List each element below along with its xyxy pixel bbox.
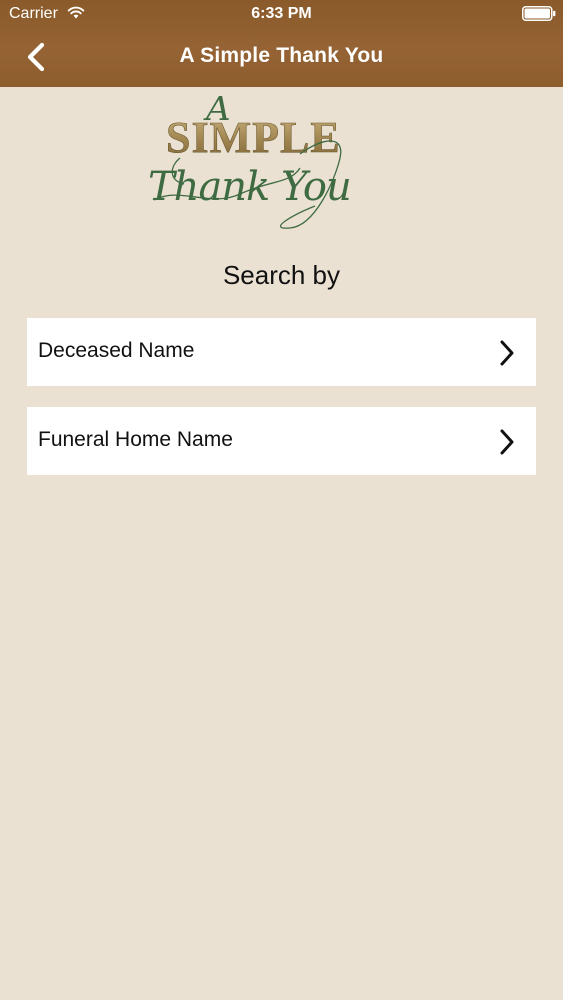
nav-title: A Simple Thank You (179, 44, 384, 67)
top-bar: Carrier 6:33 PM A Simple Thank You (0, 0, 563, 87)
search-option-deceased-name[interactable]: Deceased Name (27, 318, 536, 386)
battery-icon (522, 6, 556, 21)
search-by-heading: Search by (222, 260, 341, 290)
status-bar: Carrier 6:33 PM (0, 0, 563, 30)
chevron-right-icon (500, 429, 514, 455)
app-logo: A SIMPLE Thank You (148, 96, 352, 229)
search-option-label: Funeral Home Name (38, 428, 233, 451)
status-time: 6:33 PM (251, 5, 312, 22)
search-option-label: Deceased Name (38, 339, 195, 362)
logo-simple: SIMPLE (166, 113, 341, 162)
search-option-funeral-home-name[interactable]: Funeral Home Name (27, 407, 536, 475)
navigation-bar: A Simple Thank You (0, 30, 563, 87)
chevron-right-icon (500, 340, 514, 366)
